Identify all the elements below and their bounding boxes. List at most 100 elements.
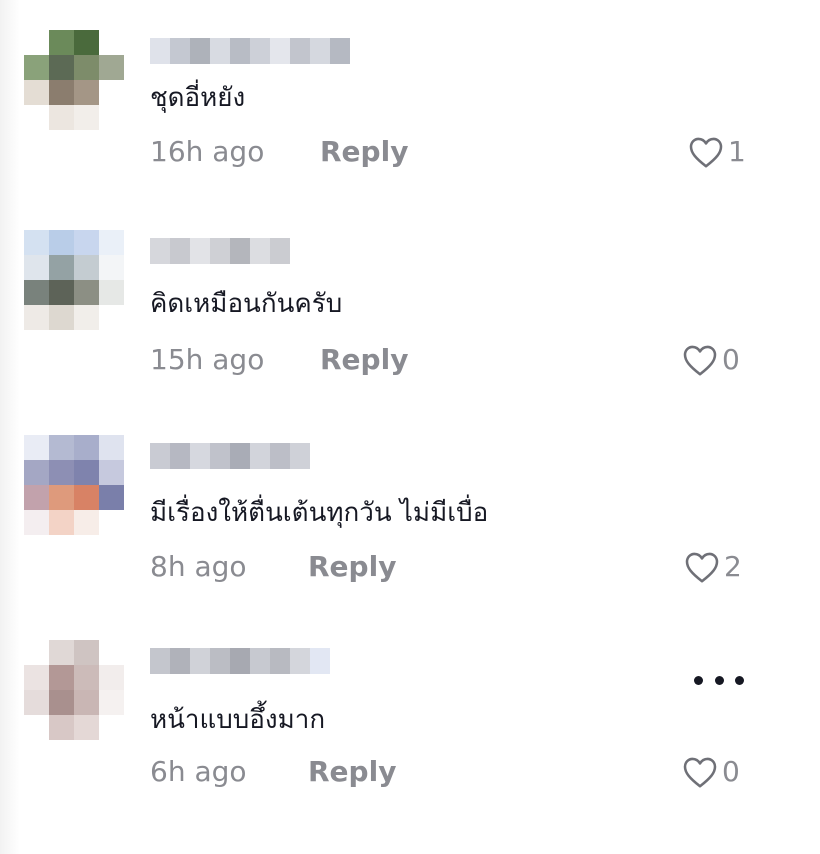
like-count: 0 bbox=[722, 755, 740, 788]
avatar-pixel bbox=[99, 30, 124, 55]
username-pixel bbox=[270, 443, 290, 469]
username-pixel bbox=[250, 648, 270, 674]
comment-timestamp: 8h ago bbox=[150, 550, 247, 583]
username-pixel bbox=[170, 443, 190, 469]
avatar-pixel bbox=[74, 55, 99, 80]
avatar-pixel bbox=[49, 80, 74, 105]
like-button[interactable]: 0 bbox=[682, 754, 740, 790]
avatar-pixel bbox=[24, 30, 49, 55]
username-pixel bbox=[210, 648, 230, 674]
username-pixel bbox=[230, 238, 250, 264]
avatar[interactable] bbox=[24, 30, 124, 130]
avatar-pixel bbox=[24, 80, 49, 105]
more-options-button[interactable] bbox=[694, 670, 744, 690]
comment-item: ชุดอี่หยัง 16h ago Reply 1 bbox=[0, 30, 820, 230]
more-horizontal-icon bbox=[694, 675, 703, 685]
username-pixel bbox=[170, 238, 190, 264]
avatar-pixel bbox=[99, 55, 124, 80]
avatar-pixel bbox=[74, 485, 99, 510]
like-count: 2 bbox=[724, 550, 742, 583]
username-blurred[interactable] bbox=[150, 238, 290, 264]
comment-text: มีเรื่องให้ตื่นเต้นทุกวัน ไม่มีเบื่อ bbox=[150, 498, 489, 528]
avatar-pixel bbox=[99, 230, 124, 255]
avatar-pixel bbox=[74, 280, 99, 305]
avatar-pixel bbox=[74, 665, 99, 690]
username-pixel bbox=[310, 38, 330, 64]
like-count: 0 bbox=[722, 343, 740, 376]
avatar-pixel bbox=[99, 255, 124, 280]
reply-button[interactable]: Reply bbox=[320, 132, 408, 172]
avatar-pixel bbox=[24, 305, 49, 330]
username-blurred[interactable] bbox=[150, 648, 330, 674]
username-blurred[interactable] bbox=[150, 443, 310, 469]
avatar-pixel bbox=[24, 640, 49, 665]
username-pixel bbox=[230, 648, 250, 674]
heart-icon bbox=[685, 552, 719, 583]
username-pixel bbox=[270, 648, 290, 674]
avatar-pixel bbox=[24, 55, 49, 80]
heart-icon bbox=[689, 137, 723, 168]
avatar-pixel bbox=[24, 105, 49, 130]
username-pixel bbox=[230, 38, 250, 64]
avatar-pixel bbox=[99, 510, 124, 535]
comment-timestamp: 6h ago bbox=[150, 755, 247, 788]
avatar-pixel bbox=[49, 690, 74, 715]
avatar-pixel bbox=[74, 255, 99, 280]
more-horizontal-icon bbox=[714, 675, 724, 685]
like-button[interactable]: 0 bbox=[682, 342, 740, 378]
avatar-pixel bbox=[24, 280, 49, 305]
username-pixel bbox=[310, 648, 330, 674]
avatar-pixel bbox=[74, 715, 99, 740]
avatar-pixel bbox=[74, 435, 99, 460]
comment-item: คิดเหมือนกันครับ 15h ago Reply 0 bbox=[0, 230, 820, 430]
avatar[interactable] bbox=[24, 640, 124, 740]
avatar-pixel bbox=[49, 640, 74, 665]
like-button[interactable]: 2 bbox=[684, 549, 742, 585]
heart-icon bbox=[683, 757, 717, 788]
avatar-pixel bbox=[74, 640, 99, 665]
avatar-pixel bbox=[49, 665, 74, 690]
username-pixel bbox=[290, 443, 310, 469]
avatar-pixel bbox=[74, 230, 99, 255]
more-horizontal-icon bbox=[735, 675, 744, 685]
avatar-pixel bbox=[24, 435, 49, 460]
reply-button[interactable]: Reply bbox=[308, 752, 396, 792]
username-blurred[interactable] bbox=[150, 38, 350, 64]
avatar-pixel bbox=[49, 485, 74, 510]
username-pixel bbox=[190, 648, 210, 674]
username-pixel bbox=[270, 38, 290, 64]
avatar-pixel bbox=[74, 80, 99, 105]
username-pixel bbox=[170, 648, 190, 674]
avatar-pixel bbox=[99, 485, 124, 510]
username-pixel bbox=[330, 38, 350, 64]
username-pixel bbox=[190, 238, 210, 264]
avatar-pixel bbox=[74, 305, 99, 330]
avatar-pixel bbox=[49, 280, 74, 305]
avatar-pixel bbox=[99, 435, 124, 460]
avatar-pixel bbox=[74, 690, 99, 715]
avatar-pixel bbox=[49, 30, 74, 55]
avatar-pixel bbox=[99, 80, 124, 105]
avatar[interactable] bbox=[24, 435, 124, 535]
avatar-pixel bbox=[49, 715, 74, 740]
username-pixel bbox=[150, 38, 170, 64]
avatar[interactable] bbox=[24, 230, 124, 330]
username-pixel bbox=[230, 443, 250, 469]
avatar-pixel bbox=[49, 230, 74, 255]
like-button[interactable]: 1 bbox=[688, 134, 746, 170]
username-pixel bbox=[250, 238, 270, 264]
avatar-pixel bbox=[49, 55, 74, 80]
avatar-pixel bbox=[49, 255, 74, 280]
avatar-pixel bbox=[24, 510, 49, 535]
username-pixel bbox=[250, 443, 270, 469]
avatar-pixel bbox=[49, 105, 74, 130]
username-pixel bbox=[190, 38, 210, 64]
reply-button[interactable]: Reply bbox=[320, 340, 408, 380]
avatar-pixel bbox=[99, 280, 124, 305]
comment-item: หน้าแบบอึ้งมาก 6h ago Reply 0 bbox=[0, 640, 820, 840]
comment-text: ชุดอี่หยัง bbox=[150, 83, 246, 113]
avatar-pixel bbox=[24, 460, 49, 485]
username-pixel bbox=[150, 443, 170, 469]
avatar-pixel bbox=[99, 460, 124, 485]
reply-button[interactable]: Reply bbox=[308, 547, 396, 587]
